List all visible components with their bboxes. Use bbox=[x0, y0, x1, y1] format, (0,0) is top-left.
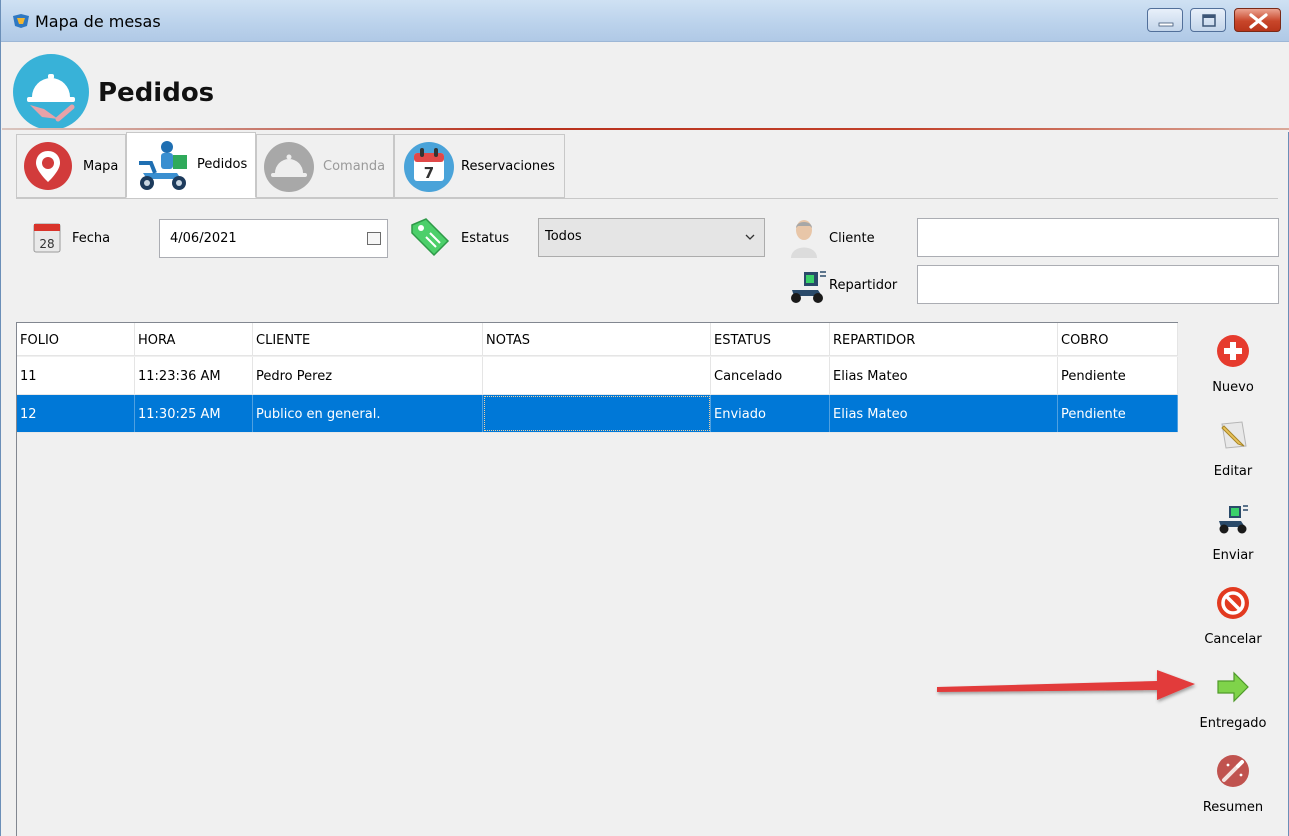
cancelar-button[interactable]: Cancelar bbox=[1185, 582, 1281, 662]
cell-folio: 12 bbox=[17, 395, 135, 432]
table-header: FOLIO HORA CLIENTE NOTAS ESTATUS REPARTI… bbox=[17, 323, 1178, 356]
window-title: Mapa de mesas bbox=[35, 12, 161, 31]
tab-panel-border bbox=[16, 198, 1278, 199]
tab-comanda-label: Comanda bbox=[323, 159, 386, 174]
pencil-icon bbox=[1221, 421, 1247, 449]
delivery-scooter-icon bbox=[791, 271, 826, 303]
enviar-label: Enviar bbox=[1212, 548, 1254, 563]
cell-notas bbox=[483, 395, 711, 432]
tag-icon bbox=[411, 218, 450, 257]
fecha-value: 4/06/2021 bbox=[170, 231, 237, 246]
close-button[interactable] bbox=[1234, 8, 1281, 32]
cancelar-label: Cancelar bbox=[1204, 632, 1262, 647]
cell-folio: 11 bbox=[17, 357, 135, 394]
nuevo-button[interactable]: Nuevo bbox=[1185, 330, 1281, 410]
delivery-scooter-icon bbox=[1219, 505, 1248, 534]
cell-hora: 11:23:36 AM bbox=[135, 357, 253, 394]
svg-text:7: 7 bbox=[424, 164, 434, 182]
cell-cobro: Pendiente bbox=[1058, 357, 1178, 394]
cell-repartidor: Elias Mateo bbox=[830, 357, 1058, 394]
calendar-page-icon: 28 bbox=[33, 223, 61, 253]
no-entry-icon bbox=[1217, 587, 1249, 619]
nuevo-label: Nuevo bbox=[1212, 380, 1254, 395]
resumen-label: Resumen bbox=[1202, 800, 1264, 815]
table-row[interactable]: 11 11:23:36 AM Pedro Perez Cancelado Eli… bbox=[17, 357, 1178, 395]
column-header-folio[interactable]: FOLIO bbox=[17, 323, 135, 355]
calendar-icon: 7 bbox=[404, 142, 454, 192]
tab-mapa-label: Mapa bbox=[83, 159, 119, 174]
editar-button[interactable]: Editar bbox=[1185, 414, 1281, 494]
page-header: Pedidos bbox=[2, 42, 1289, 132]
column-header-cliente[interactable]: CLIENTE bbox=[253, 323, 483, 355]
column-header-estatus[interactable]: ESTATUS bbox=[711, 323, 830, 355]
column-header-repartidor[interactable]: REPARTIDOR bbox=[830, 323, 1058, 355]
tab-pedidos[interactable]: Pedidos bbox=[126, 132, 256, 198]
close-icon bbox=[1249, 13, 1268, 29]
cell-repartidor: Elias Mateo bbox=[830, 395, 1058, 432]
repartidor-label: Repartidor bbox=[829, 278, 898, 293]
page-title: Pedidos bbox=[98, 78, 215, 108]
enviar-button[interactable]: Enviar bbox=[1185, 498, 1281, 578]
app-window: Mapa de mesas Pedidos Mapa Pedidos Coman… bbox=[0, 0, 1289, 836]
table-row-selected[interactable]: 12 11:30:25 AM Publico en general. Envia… bbox=[17, 395, 1178, 433]
column-header-cobro[interactable]: COBRO bbox=[1058, 323, 1178, 355]
entregado-label: Entregado bbox=[1199, 716, 1267, 731]
annotation-arrow bbox=[937, 670, 1195, 700]
minimize-icon bbox=[1158, 22, 1174, 27]
column-header-hora[interactable]: HORA bbox=[135, 323, 253, 355]
cell-notas bbox=[483, 357, 711, 394]
tab-mapa[interactable]: Mapa bbox=[16, 134, 126, 198]
column-header-notas[interactable]: NOTAS bbox=[483, 323, 711, 355]
chevron-down-icon bbox=[745, 234, 755, 240]
tab-reservaciones[interactable]: 7 Reservaciones bbox=[394, 134, 565, 198]
repartidor-input[interactable] bbox=[917, 265, 1279, 304]
fecha-date-picker[interactable]: 4/06/2021 bbox=[159, 219, 388, 258]
right-arrow-icon bbox=[1217, 671, 1249, 703]
app-icon bbox=[13, 14, 29, 28]
tab-comanda[interactable]: Comanda bbox=[256, 134, 394, 198]
cell-hora: 11:30:25 AM bbox=[135, 395, 253, 432]
tab-reservaciones-label: Reservaciones bbox=[461, 159, 555, 174]
date-picker-dropdown-icon[interactable] bbox=[367, 232, 381, 245]
estatus-select[interactable]: Todos bbox=[538, 218, 765, 257]
estatus-value: Todos bbox=[545, 229, 582, 244]
editar-label: Editar bbox=[1213, 464, 1253, 479]
tab-pedidos-label: Pedidos bbox=[197, 157, 248, 172]
maximize-button[interactable] bbox=[1190, 8, 1226, 32]
svg-text:28: 28 bbox=[39, 237, 54, 251]
cell-estatus: Enviado bbox=[711, 395, 830, 432]
resumen-button[interactable]: Resumen bbox=[1185, 750, 1281, 830]
map-pin-icon bbox=[24, 142, 72, 190]
delivery-scooter-icon bbox=[139, 141, 187, 190]
person-icon bbox=[791, 220, 817, 258]
title-bar: Mapa de mesas bbox=[1, 0, 1289, 42]
plus-circle-icon bbox=[1217, 335, 1249, 367]
cell-estatus: Cancelado bbox=[711, 357, 830, 394]
cloche-logo-icon bbox=[13, 54, 89, 130]
cell-cliente: Pedro Perez bbox=[253, 357, 483, 394]
cloche-icon bbox=[264, 142, 314, 192]
fecha-label: Fecha bbox=[72, 231, 111, 246]
cliente-input[interactable] bbox=[917, 218, 1279, 257]
header-divider bbox=[2, 128, 1289, 130]
minimize-button[interactable] bbox=[1147, 8, 1183, 32]
estatus-label: Estatus bbox=[461, 231, 510, 246]
magic-wand-icon bbox=[1217, 755, 1249, 787]
cliente-label: Cliente bbox=[829, 231, 875, 246]
cell-cobro: Pendiente bbox=[1058, 395, 1178, 432]
maximize-icon bbox=[1202, 14, 1216, 27]
cell-cliente: Publico en general. bbox=[253, 395, 483, 432]
orders-table[interactable]: FOLIO HORA CLIENTE NOTAS ESTATUS REPARTI… bbox=[16, 322, 1178, 836]
